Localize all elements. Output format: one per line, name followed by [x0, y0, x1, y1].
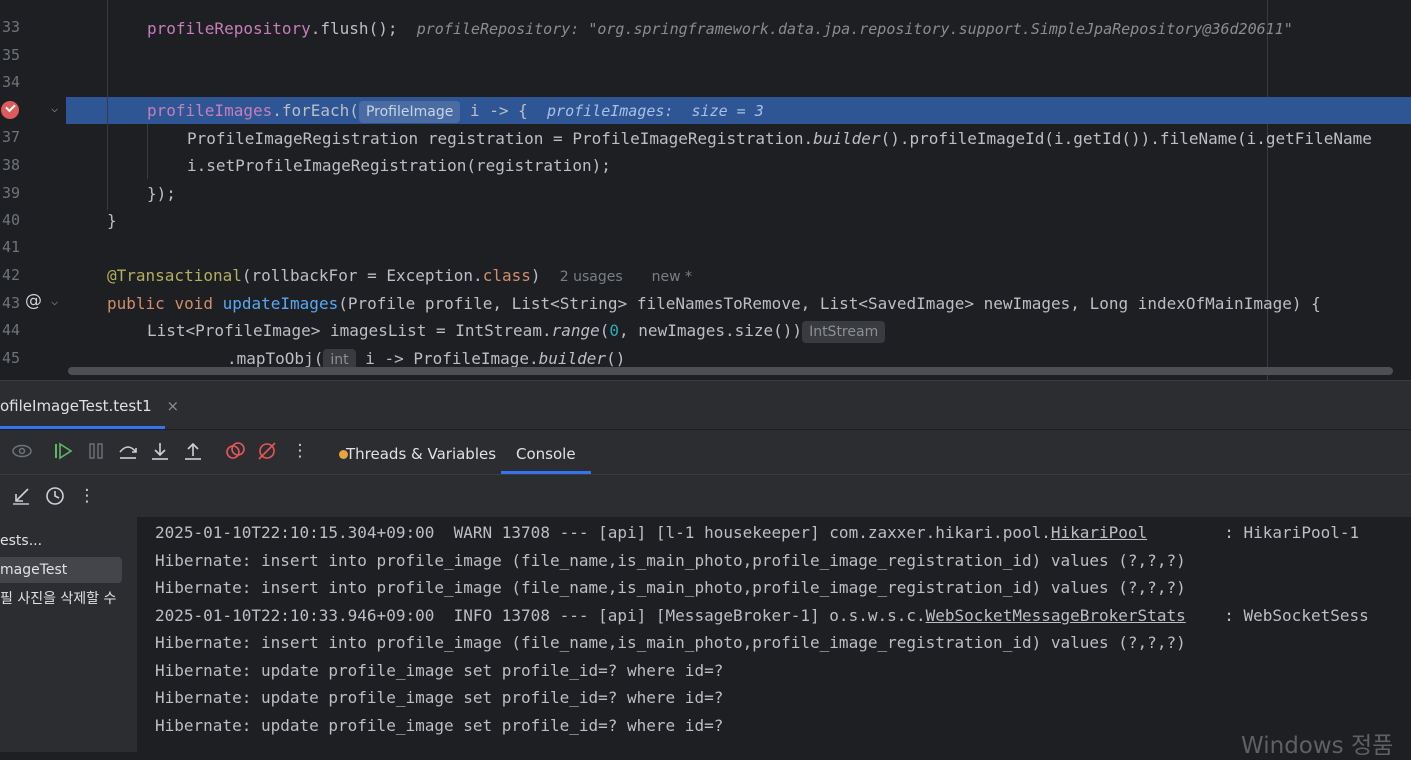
code-line-43[interactable]: public void updateImages(Profile profile… — [66, 290, 1411, 317]
inline-debug-value: profileImages: size = 3 — [547, 102, 764, 120]
console-line: Hibernate: insert into profile_image (fi… — [155, 578, 1186, 597]
test-runner-toolbar: ⋮ — [0, 475, 1411, 517]
line-number: 39 — [1, 184, 20, 202]
line-number: 42 — [1, 266, 20, 284]
step-out-icon[interactable] — [182, 440, 204, 462]
pause-icon[interactable] — [85, 440, 107, 462]
active-tab-indicator — [0, 426, 165, 429]
tree-item[interactable]: 필 사진을 삭제할 수 — [0, 586, 116, 612]
line-number: 34 — [1, 73, 20, 91]
restore-layout-icon[interactable] — [10, 485, 32, 507]
more-icon[interactable]: ⋮ — [289, 440, 311, 462]
code-line-38[interactable]: i.setProfileImageRegistration(registrati… — [66, 152, 1411, 179]
line-gutter[interactable]: 33 34 37 38 39 40 41 42 44 45 35 43 ⌵ @ … — [0, 0, 66, 380]
fold-chevron-icon[interactable]: ⌵ — [51, 294, 58, 308]
horizontal-scrollbar[interactable] — [68, 367, 1393, 375]
step-over-icon[interactable] — [117, 440, 139, 462]
console-line: Hibernate: update profile_image set prof… — [155, 688, 724, 707]
step-into-icon[interactable] — [149, 440, 171, 462]
line-number: 38 — [1, 156, 20, 174]
eye-icon[interactable] — [11, 440, 33, 462]
line-number: 37 — [1, 128, 20, 146]
fold-chevron-icon[interactable]: ⌵ — [51, 101, 58, 115]
logger-link[interactable]: HikariPool — [1051, 523, 1147, 542]
code-line-37[interactable]: ProfileImageRegistration registration = … — [66, 125, 1411, 152]
console-line: 2025-01-10T22:10:33.946+09:00 INFO 13708… — [155, 606, 1369, 625]
override-icon[interactable]: @ — [25, 291, 42, 311]
code-line-36-text[interactable]: profileImages.forEach(ProfileImage i -> … — [66, 97, 1411, 124]
debug-tab-bar: ofileImageTest.test1 × — [0, 381, 1411, 429]
line-number: 44 — [1, 321, 20, 339]
line-number: 33 — [1, 18, 20, 36]
line-number: 40 — [1, 211, 20, 229]
test-tree[interactable]: ests... mageTest 필 사진을 삭제할 수 — [0, 517, 137, 752]
console-output[interactable]: 2025-01-10T22:10:15.304+09:00 WARN 13708… — [137, 517, 1411, 752]
code-line-39[interactable]: }); — [66, 180, 1411, 207]
breakpoint-icon[interactable] — [1, 101, 19, 119]
tab-threads-variables[interactable]: Threads & Variables — [346, 430, 496, 474]
tab-console[interactable]: Console — [501, 430, 590, 474]
line-number: 35 — [1, 46, 20, 64]
history-icon[interactable] — [44, 485, 66, 507]
run-config-tab[interactable]: ofileImageTest.test1 × — [0, 381, 179, 427]
type-hint: IntStream — [802, 321, 886, 343]
code-line-40[interactable]: } — [66, 207, 1411, 234]
more-icon[interactable]: ⋮ — [76, 485, 98, 507]
line-number: 45 — [1, 349, 20, 367]
line-number: 41 — [1, 238, 20, 256]
author-hint[interactable]: new * — [652, 269, 692, 285]
line-number: 43 — [1, 294, 20, 312]
tree-item-selected[interactable]: mageTest — [0, 557, 122, 583]
console-line: Hibernate: insert into profile_image (fi… — [155, 633, 1186, 652]
code-editor[interactable]: 33 34 37 38 39 40 41 42 44 45 35 43 ⌵ @ … — [0, 0, 1411, 380]
type-hint: ProfileImage — [358, 101, 461, 123]
close-icon[interactable]: × — [166, 397, 179, 415]
code-line-44[interactable]: List<ProfileImage> imagesList = IntStrea… — [66, 317, 1411, 344]
code-line-42[interactable]: @Transactional(rollbackFor = Exception.c… — [66, 262, 1411, 289]
mute-breakpoints-icon[interactable] — [256, 440, 278, 462]
debug-toolbar: ⋮ Threads & Variables Console — [0, 430, 1411, 475]
console-line: Hibernate: update profile_image set prof… — [155, 716, 724, 735]
tree-item[interactable]: ests... — [0, 528, 42, 554]
inline-debug-value: profileRepository: "org.springframework.… — [416, 20, 1293, 38]
resume-icon[interactable] — [52, 440, 74, 462]
console-line: Hibernate: update profile_image set prof… — [155, 661, 724, 680]
code-line-33[interactable]: profileRepository.flush(); profileReposi… — [66, 15, 1411, 42]
console-line: Hibernate: insert into profile_image (fi… — [155, 551, 1186, 570]
windows-activation-watermark: Windows 정품 — [1241, 733, 1394, 759]
logger-link[interactable]: WebSocketMessageBrokerStats — [926, 606, 1186, 625]
view-breakpoints-icon[interactable] — [224, 440, 246, 462]
usages-hint[interactable]: 2 usages — [560, 269, 623, 285]
console-line: 2025-01-10T22:10:15.304+09:00 WARN 13708… — [155, 523, 1360, 542]
